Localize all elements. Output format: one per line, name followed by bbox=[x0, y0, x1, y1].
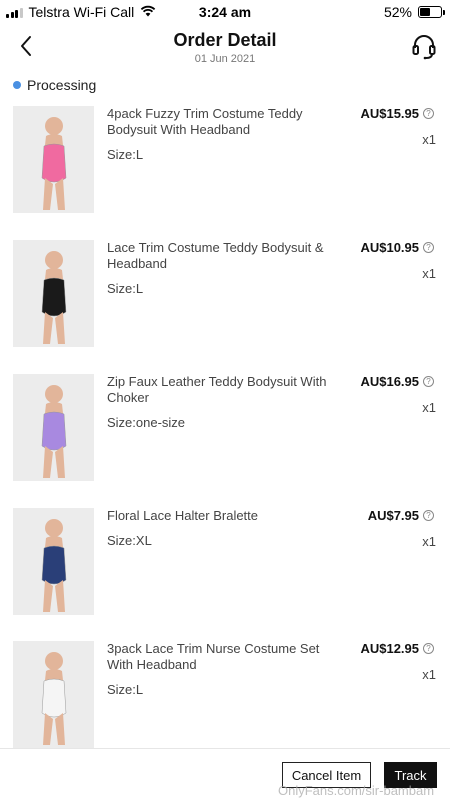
product-price: AU$7.95? bbox=[368, 508, 434, 523]
product-price: AU$15.95? bbox=[360, 106, 434, 121]
product-name[interactable]: Floral Lace Halter Bralette bbox=[107, 508, 342, 524]
product-quantity: x1 bbox=[422, 266, 436, 281]
product-price: AU$16.95? bbox=[360, 374, 434, 389]
order-item[interactable]: 3pack Lace Trim Nurse Costume Set With H… bbox=[0, 641, 450, 749]
price-value: AU$7.95 bbox=[367, 508, 419, 523]
product-price: AU$12.95? bbox=[360, 641, 434, 656]
product-image[interactable] bbox=[13, 374, 94, 481]
product-quantity: x1 bbox=[422, 667, 436, 682]
clock: 3:24 am bbox=[198, 4, 252, 20]
price-value: AU$10.95 bbox=[360, 240, 419, 255]
product-quantity: x1 bbox=[422, 400, 436, 415]
price-value: AU$16.95 bbox=[360, 374, 419, 389]
info-icon[interactable]: ? bbox=[423, 108, 434, 119]
product-size: Size:one-size bbox=[107, 415, 186, 430]
status-bar: Telstra Wi-Fi Call 3:24 am 52% bbox=[0, 0, 450, 24]
product-image[interactable] bbox=[13, 106, 94, 213]
page-title: Order Detail bbox=[173, 30, 277, 50]
customer-service-button[interactable] bbox=[410, 32, 438, 62]
battery-icon bbox=[418, 6, 445, 18]
product-price: AU$10.95? bbox=[360, 240, 434, 255]
product-name[interactable]: Zip Faux Leather Teddy Bodysuit With Cho… bbox=[107, 374, 342, 406]
info-icon[interactable]: ? bbox=[423, 376, 434, 387]
product-name[interactable]: Lace Trim Costume Teddy Bodysuit & Headb… bbox=[107, 240, 342, 272]
product-size: Size:L bbox=[107, 682, 144, 697]
product-quantity: x1 bbox=[422, 534, 436, 549]
price-value: AU$15.95 bbox=[360, 106, 419, 121]
product-size: Size:L bbox=[107, 281, 144, 296]
product-size: Size:L bbox=[107, 147, 144, 162]
info-icon[interactable]: ? bbox=[423, 242, 434, 253]
status-dot bbox=[13, 81, 21, 89]
order-item[interactable]: Lace Trim Costume Teddy Bodysuit & Headb… bbox=[0, 240, 450, 348]
order-date: 01 Jun 2021 bbox=[194, 53, 256, 65]
status-label: Processing bbox=[27, 77, 97, 93]
product-size: Size:XL bbox=[107, 533, 152, 548]
order-item[interactable]: 4pack Fuzzy Trim Costume Teddy Bodysuit … bbox=[0, 106, 450, 214]
headset-icon bbox=[412, 35, 436, 60]
product-image[interactable] bbox=[13, 240, 94, 347]
order-item[interactable]: Zip Faux Leather Teddy Bodysuit With Cho… bbox=[0, 374, 450, 482]
order-status: Processing bbox=[13, 77, 96, 93]
product-name[interactable]: 4pack Fuzzy Trim Costume Teddy Bodysuit … bbox=[107, 106, 342, 138]
battery-percent: 52% bbox=[383, 4, 412, 20]
battery-group: 52% bbox=[383, 4, 445, 20]
order-item[interactable]: Floral Lace Halter Bralette Size:XL AU$7… bbox=[0, 508, 450, 616]
product-image[interactable] bbox=[13, 641, 94, 748]
header: Order Detail 01 Jun 2021 bbox=[0, 26, 450, 70]
info-icon[interactable]: ? bbox=[423, 643, 434, 654]
product-name[interactable]: 3pack Lace Trim Nurse Costume Set With H… bbox=[107, 641, 342, 673]
price-value: AU$12.95 bbox=[360, 641, 419, 656]
watermark: OnlyFans.com/sir-bambam bbox=[278, 783, 435, 798]
info-icon[interactable]: ? bbox=[423, 510, 434, 521]
product-quantity: x1 bbox=[422, 132, 436, 147]
product-image[interactable] bbox=[13, 508, 94, 615]
